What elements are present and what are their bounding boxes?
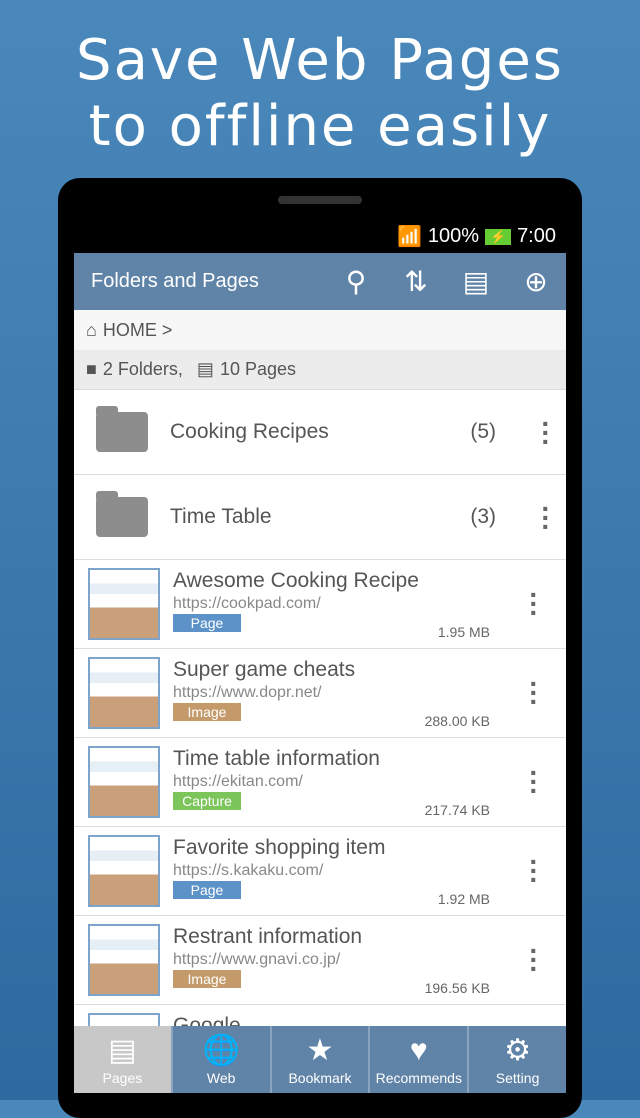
- page-size: 1.95 MB: [437, 624, 490, 640]
- heart-icon: ♥: [409, 1034, 428, 1067]
- more-options-icon[interactable]: · · ·: [514, 937, 554, 983]
- page-size: 288.00 KB: [424, 713, 490, 729]
- folder-name: Cooking Recipes: [170, 420, 329, 443]
- battery-icon: ⚡: [485, 228, 512, 245]
- more-options-icon[interactable]: · · ·: [514, 759, 554, 805]
- page-url: https://s.kakaku.com/: [173, 862, 324, 879]
- wifi-icon: 📶: [397, 226, 422, 248]
- page-row[interactable]: Awesome Cooking Recipe https://cookpad.co…: [74, 560, 566, 649]
- gear-icon: ⚙: [504, 1034, 532, 1067]
- bottom-nav: ▤ Pages 🌐 Web ★ Bookmark ♥ Recommends ⚙ Setting: [74, 1026, 566, 1093]
- page-thumbnail: [88, 924, 160, 996]
- folder-row[interactable]: Time Table (3) · · ·: [74, 475, 566, 560]
- page-row[interactable]: Restrant information https://www.gnavi.co…: [74, 916, 566, 1005]
- page-type-badge: Image: [173, 970, 241, 988]
- more-options-icon[interactable]: · · ·: [514, 670, 554, 716]
- page-thumbnail: [88, 835, 160, 907]
- headline-line-2: to offline easily: [88, 94, 552, 159]
- more-options-icon[interactable]: · · ·: [526, 409, 566, 455]
- clock: 7:00: [517, 225, 556, 247]
- phone-frame: 📶 100% ⚡ 7:00 Folders and Pages ⚲ ⇅ ▤ ⊕ …: [58, 178, 582, 1118]
- tab-label: Pages: [102, 1070, 143, 1086]
- more-options-icon[interactable]: · · ·: [514, 848, 554, 894]
- page-title-text: Awesome Cooking Recipe: [173, 569, 419, 592]
- folder-count: 2 Folders,: [102, 359, 183, 379]
- summary-row: ■ 2 Folders, ▤ 10 Pages: [74, 350, 566, 390]
- tab-bookmark[interactable]: ★ Bookmark: [269, 1026, 369, 1093]
- folder-list-icon[interactable]: ▤: [446, 265, 506, 298]
- page-size: 196.56 KB: [424, 980, 490, 996]
- folder-icon: ■: [86, 359, 97, 379]
- promo-headline: Save Web Pages to offline easily: [0, 28, 640, 160]
- tab-label: Web: [206, 1070, 236, 1086]
- page-size: 1.92 MB: [437, 891, 490, 907]
- page-title-text: Time table information: [173, 747, 380, 770]
- folder-name: Time Table: [170, 505, 272, 528]
- tab-label: Setting: [495, 1070, 540, 1086]
- pages-icon: ▤: [108, 1034, 137, 1067]
- more-options-icon[interactable]: · · ·: [514, 581, 554, 627]
- page-type-badge: Page: [173, 614, 241, 632]
- folder-icon: [96, 406, 148, 452]
- page-type-badge: Image: [173, 703, 241, 721]
- folder-row[interactable]: Cooking Recipes (5) · · ·: [74, 390, 566, 475]
- status-bar: 📶 100% ⚡ 7:00: [74, 220, 566, 253]
- folder-item-count: (5): [470, 420, 496, 443]
- tab-pages[interactable]: ▤ Pages: [74, 1026, 171, 1093]
- page-icon: ▤: [196, 359, 214, 379]
- breadcrumb-home[interactable]: HOME >: [103, 320, 173, 341]
- page-url: https://ekitan.com/: [173, 773, 303, 790]
- page-count: 10 Pages: [219, 359, 296, 379]
- page-row[interactable]: Favorite shopping item https://s.kakaku.c…: [74, 827, 566, 916]
- breadcrumb[interactable]: ⌂ HOME >: [74, 310, 566, 350]
- folder-icon: [96, 491, 148, 537]
- page-title-text: Super game cheats: [173, 658, 356, 681]
- page-type-badge: Page: [173, 881, 241, 899]
- tab-setting[interactable]: ⚙ Setting: [467, 1026, 566, 1093]
- sort-icon[interactable]: ⇅: [386, 265, 446, 298]
- page-row[interactable]: Super game cheats https://www.dopr.net/Im…: [74, 649, 566, 738]
- page-url: https://www.gnavi.co.jp/: [173, 951, 341, 968]
- page-type-badge: Capture: [173, 792, 241, 810]
- battery-percent: 100%: [427, 225, 480, 247]
- star-icon: ★: [306, 1034, 334, 1067]
- page-row[interactable]: Time table information https://ekitan.com…: [74, 738, 566, 827]
- search-icon[interactable]: ⚲: [326, 265, 386, 298]
- more-options-icon[interactable]: · · ·: [526, 494, 566, 540]
- folder-item-count: (3): [470, 505, 496, 528]
- tab-label: Bookmark: [288, 1070, 352, 1086]
- app-screen: Folders and Pages ⚲ ⇅ ▤ ⊕ ⌂ HOME > ■ 2 F…: [74, 253, 566, 1093]
- page-thumbnail: [88, 746, 160, 818]
- page-title: Folders and Pages: [91, 270, 259, 292]
- speaker: [278, 196, 362, 204]
- tab-label: Recommends: [375, 1070, 462, 1086]
- page-title-text: Restrant information: [173, 925, 363, 948]
- add-folder-icon[interactable]: ⊕: [506, 265, 566, 298]
- app-bar: Folders and Pages ⚲ ⇅ ▤ ⊕: [74, 253, 566, 310]
- page-url: https://www.dopr.net/: [173, 684, 322, 701]
- home-icon: ⌂: [86, 319, 97, 340]
- headline-line-1: Save Web Pages: [76, 28, 564, 93]
- tab-recommends[interactable]: ♥ Recommends: [368, 1026, 467, 1093]
- page-thumbnail: [88, 657, 160, 729]
- tab-web[interactable]: 🌐 Web: [170, 1026, 270, 1093]
- page-thumbnail: [88, 568, 160, 640]
- globe-icon: 🌐: [202, 1034, 240, 1067]
- page-size: 217.74 KB: [424, 802, 490, 818]
- page-url: https://cookpad.com/: [173, 595, 321, 612]
- page-title-text: Favorite shopping item: [173, 836, 386, 859]
